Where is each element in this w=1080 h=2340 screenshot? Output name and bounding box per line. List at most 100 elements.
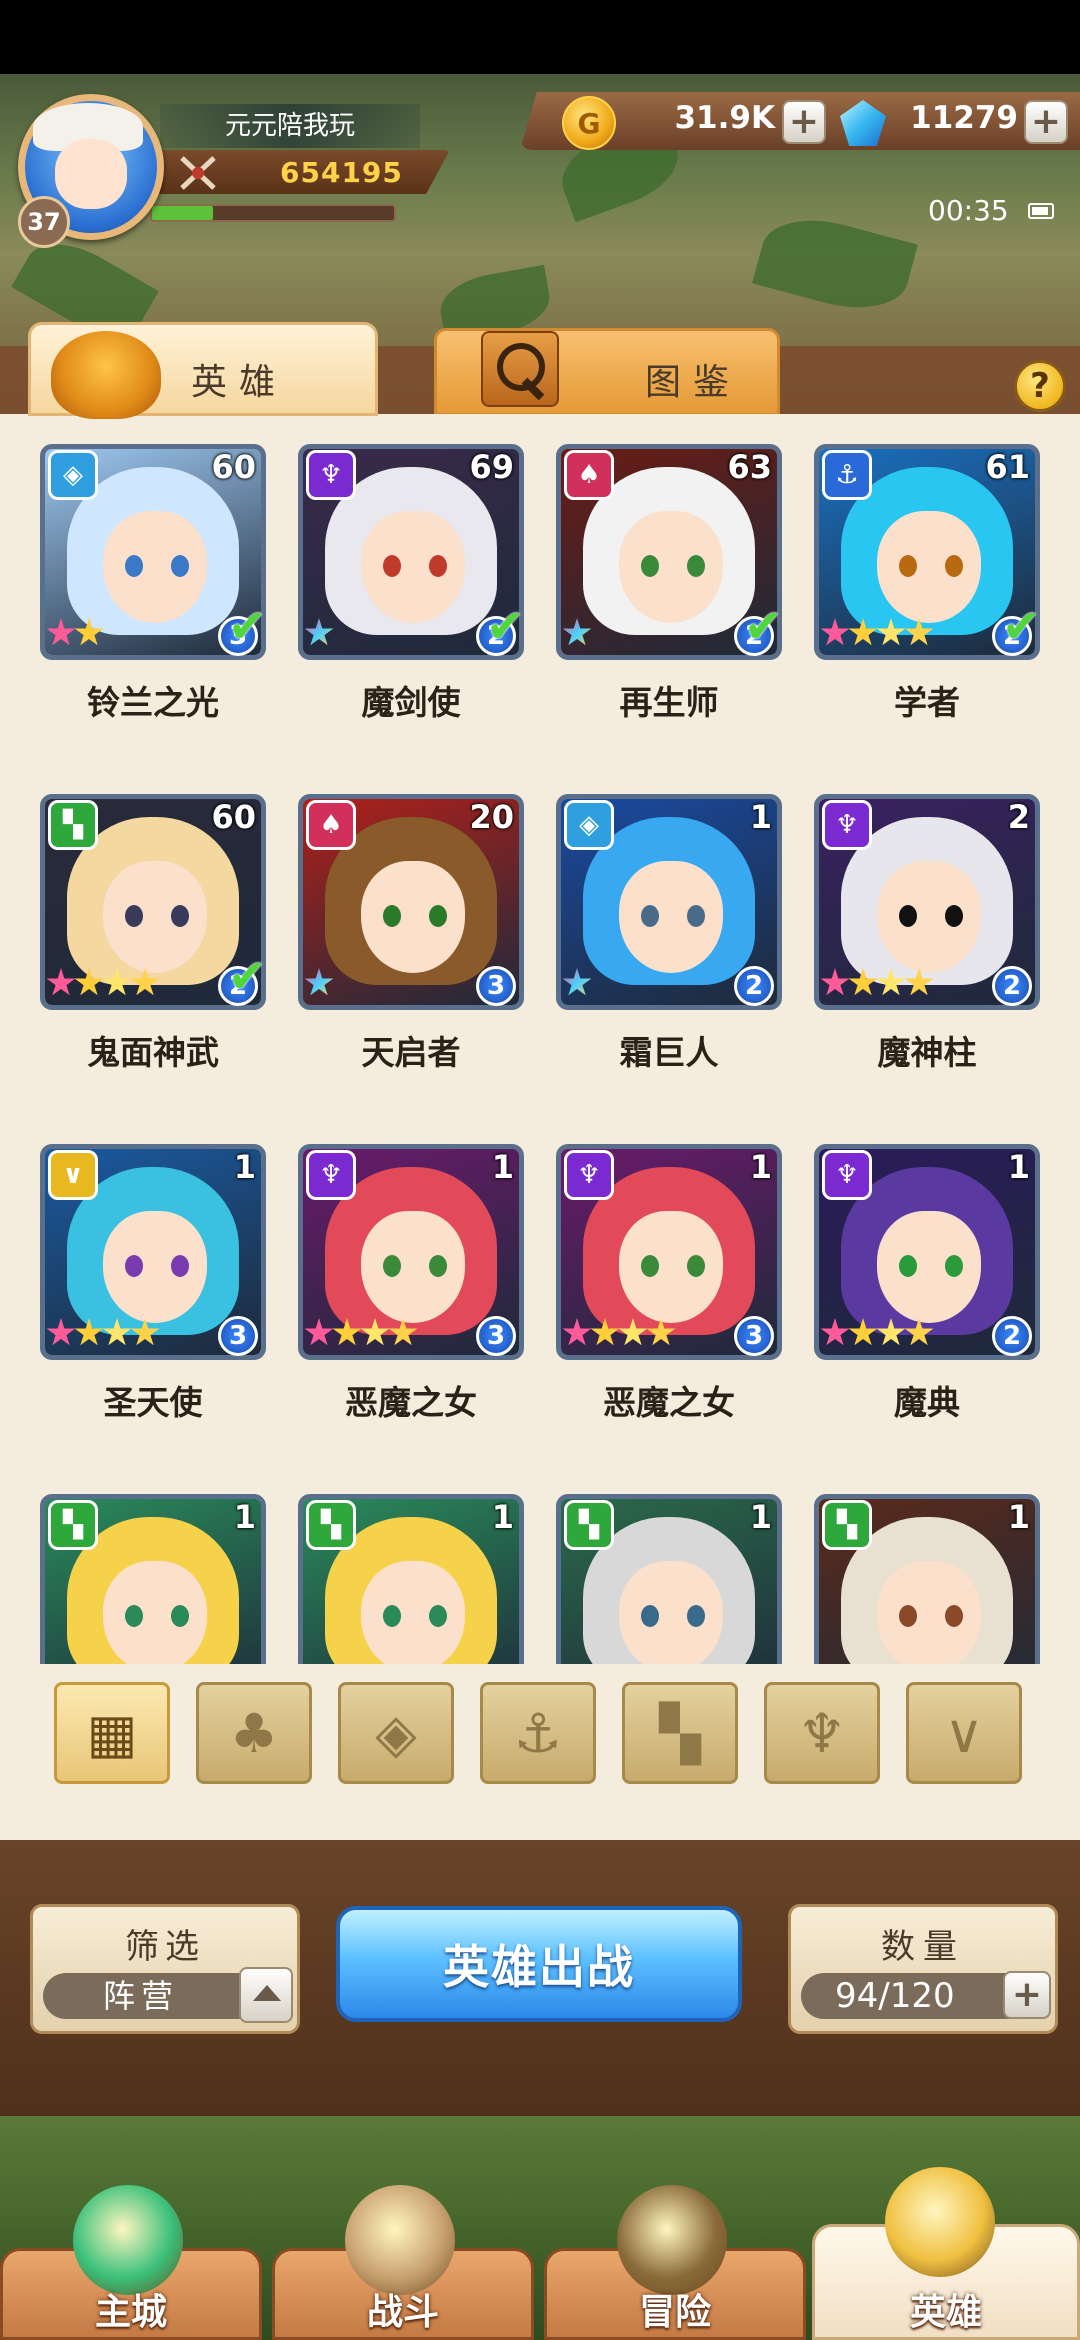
- portrait-eye: [899, 555, 917, 577]
- xp-bar-fill: [152, 206, 213, 220]
- star-icon: [590, 1318, 620, 1346]
- portrait-face: [877, 1211, 981, 1323]
- hero-count-title: 数量: [881, 1927, 965, 1967]
- faction-icon: ♆: [822, 800, 872, 850]
- hero-rank-badge: 2: [734, 966, 774, 1006]
- star-icon: [360, 1318, 390, 1346]
- star-icon: [848, 618, 878, 646]
- filter-box: 筛选 阵营: [30, 1904, 300, 2034]
- hero-card[interactable]: ▚ 1: [282, 1478, 540, 1664]
- portrait-face: [877, 1561, 981, 1664]
- hero-name: 恶魔之女: [345, 1383, 477, 1422]
- hero-name: 霜巨人: [619, 1033, 719, 1072]
- add-gems-button[interactable]: +: [1024, 100, 1068, 144]
- hero-card[interactable]: ♆ 1 3 恶魔之女: [282, 1128, 540, 1448]
- hero-card[interactable]: ♠ 63 2 ✔ 再生师: [540, 428, 798, 748]
- help-button[interactable]: ?: [1014, 360, 1066, 412]
- nav-label: 战斗: [366, 2292, 439, 2333]
- faction-icon: ♆: [564, 1150, 614, 1200]
- star-icon: [304, 1318, 334, 1346]
- star-icon: [562, 1318, 592, 1346]
- portrait-face: [103, 861, 207, 973]
- portrait-eye: [641, 555, 659, 577]
- helmet-icon: [51, 331, 161, 419]
- crossed-swords-icon: [180, 156, 216, 190]
- hero-rank-badge: 3: [476, 966, 516, 1006]
- portrait-face: [361, 1561, 465, 1664]
- hero-rank-badge: 2: [992, 1316, 1032, 1356]
- hero-card[interactable]: ◈ 60 3 ✔ 铃兰之光: [24, 428, 282, 748]
- star-icon: [876, 618, 906, 646]
- hero-grid-area: ◈ 60 3 ✔ 铃兰之光 ♆ 69 2 ✔ 魔剑使 ♠ 63 2 ✔ 再生师: [0, 414, 1080, 1840]
- filter-demon-button[interactable]: ♆: [764, 1682, 880, 1784]
- nav-item-0[interactable]: 主城: [0, 2185, 262, 2340]
- nav-item-2[interactable]: 冒险: [544, 2185, 806, 2340]
- expand-capacity-button[interactable]: +: [1003, 1971, 1051, 2019]
- faction-icon: ▚: [306, 1500, 356, 1550]
- portrait-face: [103, 1561, 207, 1664]
- filter-nature-button[interactable]: ♣: [196, 1682, 312, 1784]
- filter-wing-button[interactable]: ∨: [906, 1682, 1022, 1784]
- hero-card[interactable]: ♆ 1 3 恶魔之女: [540, 1128, 798, 1448]
- hero-card[interactable]: ◈ 1 2 霜巨人: [540, 778, 798, 1098]
- hero-card[interactable]: ∨ 1 3 圣天使: [24, 1128, 282, 1448]
- star-icon: [820, 618, 850, 646]
- star-icon: [904, 968, 934, 996]
- add-gold-button[interactable]: +: [782, 100, 826, 144]
- portrait-eye: [429, 555, 447, 577]
- hero-level: 60: [211, 448, 256, 486]
- deploy-heroes-button[interactable]: 英雄出战: [336, 1906, 742, 2022]
- hero-card[interactable]: ▚ 60 2 ✔ 鬼面神武: [24, 778, 282, 1098]
- faction-icon: ◈: [48, 450, 98, 500]
- hero-card[interactable]: ♆ 2 2 魔神柱: [798, 778, 1056, 1098]
- hero-grid[interactable]: ◈ 60 3 ✔ 铃兰之光 ♆ 69 2 ✔ 魔剑使 ♠ 63 2 ✔ 再生师: [0, 414, 1080, 1664]
- faction-icon: ⚓: [822, 450, 872, 500]
- portrait-eye: [687, 555, 705, 577]
- nav-item-3[interactable]: 英雄: [812, 2167, 1080, 2340]
- hero-card[interactable]: ▚ 1: [24, 1478, 282, 1664]
- star-icon: [130, 1318, 160, 1346]
- hero-level: 1: [233, 1148, 256, 1186]
- hero-card[interactable]: ♆ 69 2 ✔ 魔剑使: [282, 428, 540, 748]
- portrait-eye: [171, 555, 189, 577]
- hero-crest-icon: [885, 2167, 995, 2277]
- portrait-eye: [899, 1255, 917, 1277]
- star-icon: [904, 1318, 934, 1346]
- star-icon: [562, 618, 592, 646]
- portrait-eye: [641, 905, 659, 927]
- hero-name: 学者: [894, 683, 960, 722]
- tab-heroes[interactable]: 英雄: [28, 322, 378, 419]
- power-value: 654195: [280, 156, 403, 189]
- star-icon: [130, 968, 160, 996]
- star-icon: [46, 618, 76, 646]
- portrait-eye: [171, 905, 189, 927]
- portrait-eye: [125, 1605, 143, 1627]
- portrait-eye: [383, 555, 401, 577]
- hero-card[interactable]: ♆ 1 2 魔典: [798, 1128, 1056, 1448]
- hero-stars: [562, 618, 592, 658]
- hero-card[interactable]: ⚓ 61 2 ✔ 学者: [798, 428, 1056, 748]
- filter-crystal-button[interactable]: ◈: [338, 1682, 454, 1784]
- hero-card[interactable]: ▚ 1: [798, 1478, 1056, 1664]
- hero-level: 60: [211, 798, 256, 836]
- portrait-face: [361, 861, 465, 973]
- hero-name: 魔神柱: [877, 1033, 977, 1072]
- portrait-eye: [125, 555, 143, 577]
- star-icon: [46, 1318, 76, 1346]
- star-icon: [102, 968, 132, 996]
- hero-card[interactable]: ♠ 20 3 天启者: [282, 778, 540, 1098]
- nav-label: 主城: [94, 2292, 167, 2333]
- hero-card[interactable]: ▚ 1: [540, 1478, 798, 1664]
- nav-item-1[interactable]: 战斗: [272, 2185, 534, 2340]
- star-icon: [46, 968, 76, 996]
- filter-anchor-button[interactable]: ⚓: [480, 1682, 596, 1784]
- hero-stars: [304, 968, 334, 1008]
- status-bar: [0, 0, 1080, 74]
- hero-level: 61: [985, 448, 1030, 486]
- hero-name: 鬼面神武: [87, 1033, 219, 1072]
- filter-beast-button[interactable]: ▚: [622, 1682, 738, 1784]
- star-icon: [332, 1318, 362, 1346]
- filter-all-button[interactable]: ▦: [54, 1682, 170, 1784]
- tab-codex[interactable]: 图鉴: [434, 328, 780, 416]
- chevron-up-icon[interactable]: [239, 1967, 293, 2023]
